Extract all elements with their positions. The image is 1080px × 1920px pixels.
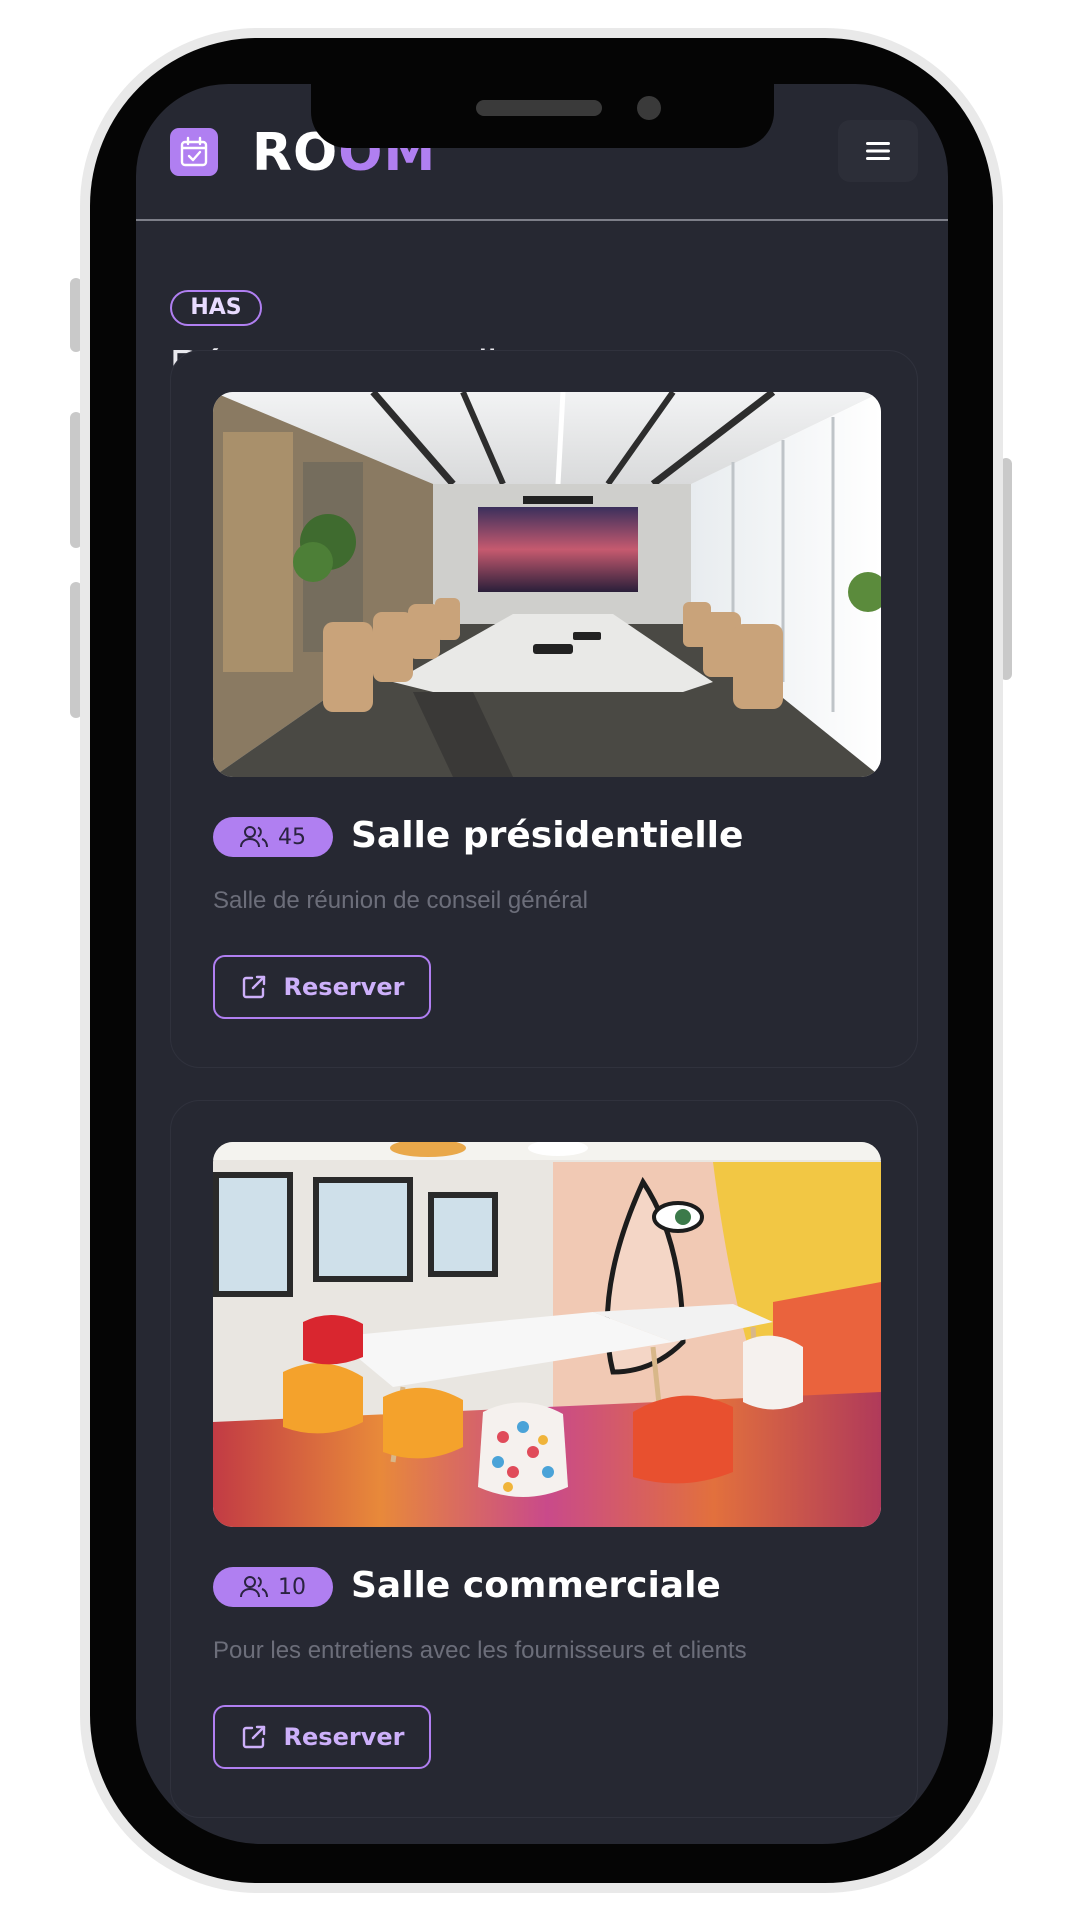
phone-camera [637, 96, 661, 120]
capacity-badge: 10 [213, 1567, 333, 1607]
room-description: Salle de réunion de conseil général [213, 887, 588, 914]
phone-speaker [476, 100, 602, 116]
reserve-button-label: Reserver [283, 973, 405, 1001]
room-image [213, 1142, 881, 1527]
capacity-count: 45 [278, 824, 306, 850]
room-description: Pour les entretiens avec les fournisseur… [213, 1637, 747, 1664]
reserve-button[interactable]: Reserver [213, 955, 431, 1019]
external-link-icon [242, 1725, 265, 1749]
phone-notch [311, 84, 774, 148]
hamburger-menu-icon [866, 142, 890, 160]
capacity-count: 10 [278, 1574, 306, 1600]
calendar-check-icon[interactable] [170, 128, 218, 176]
users-icon [240, 826, 268, 848]
app-screen: ROOM HAS Réserver une salle [136, 84, 948, 1844]
menu-button[interactable] [838, 120, 918, 182]
room-name: Salle présidentielle [351, 815, 744, 856]
reserve-button[interactable]: Reserver [213, 1705, 431, 1769]
users-icon [240, 1576, 268, 1598]
boardroom-photo [213, 392, 881, 777]
room-card: 45 Salle présidentielle Salle de réunion… [170, 350, 918, 1068]
capacity-badge: 45 [213, 817, 333, 857]
room-card: 10 Salle commerciale Pour les entretiens… [170, 1100, 918, 1818]
reserve-button-label: Reserver [283, 1723, 405, 1751]
section-tag: HAS [170, 290, 262, 326]
colorful-meeting-room-photo [213, 1142, 881, 1527]
external-link-icon [242, 975, 265, 999]
room-image [213, 392, 881, 777]
room-name: Salle commerciale [351, 1565, 721, 1606]
